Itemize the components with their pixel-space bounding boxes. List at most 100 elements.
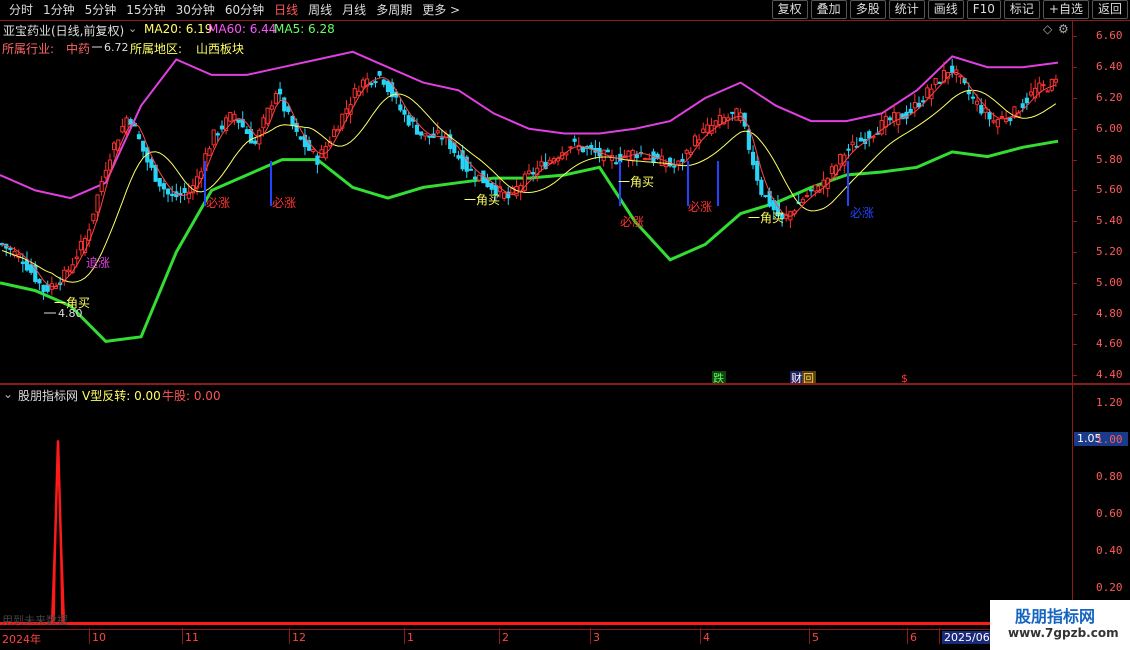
candle-body: [916, 102, 922, 108]
indicator-tick-0: 1.20: [1096, 396, 1123, 410]
action-button-4[interactable]: 画线: [927, 0, 964, 19]
candle-body: [809, 189, 814, 192]
period-tab-6[interactable]: 日线: [269, 2, 303, 18]
candle-body: [705, 124, 710, 133]
action-button-3[interactable]: 统计: [888, 0, 925, 19]
candle-body: [676, 160, 681, 165]
candle-body: [634, 154, 639, 159]
upper-band-line: [0, 50, 1059, 200]
candle-body: [1037, 82, 1042, 93]
candle-body: [659, 155, 664, 167]
candle-body: [20, 261, 25, 265]
action-button-6[interactable]: 标记: [1003, 0, 1040, 19]
candle-body: [746, 129, 751, 150]
date-divider: [0, 629, 990, 630]
indicator-chart[interactable]: [0, 385, 1072, 625]
candle-body: [846, 148, 851, 151]
candle-body: [730, 111, 735, 114]
date-label-7: 4: [703, 631, 710, 644]
action-button-0[interactable]: 复权: [771, 0, 808, 19]
date-tick: [590, 628, 591, 644]
action-button-8[interactable]: 返回: [1091, 0, 1128, 19]
indicator-tick-5: 0.20: [1096, 581, 1123, 595]
candlestick-chart[interactable]: 6.724.80必涨 必涨必涨必涨 必涨一角买一角买一角买一角买追涨跌财回 $: [0, 21, 1072, 383]
candle-body: [107, 159, 113, 171]
period-tab-2[interactable]: 5分钟: [80, 2, 122, 18]
period-tab-5[interactable]: 60分钟: [220, 2, 269, 18]
candle-body: [1049, 78, 1054, 91]
price-tick-9: 4.80: [1096, 306, 1123, 320]
candle-body: [170, 193, 175, 197]
price-tick-mark: [1072, 221, 1077, 223]
action-buttons: 复权 叠加 多股 统计 画线 F10 标记 +自选 返回: [769, 0, 1128, 19]
price-tick-mark: [1072, 282, 1077, 284]
period-tab-8[interactable]: 月线: [337, 2, 371, 18]
period-tab-0[interactable]: 分时: [4, 2, 38, 18]
candle-body: [1008, 117, 1013, 122]
period-tab-1[interactable]: 1分钟: [38, 2, 80, 18]
candle-body: [369, 82, 374, 86]
date-tick: [404, 628, 405, 644]
status-text: 用到未来数据: [2, 614, 68, 627]
candle-body: [120, 125, 125, 133]
date-label-10: 2025/06: [942, 631, 992, 644]
period-tab-10[interactable]: 更多 >: [417, 2, 465, 18]
candle-body: [975, 100, 980, 105]
candle-body: [883, 115, 888, 128]
candle-body: [165, 188, 171, 195]
price-tick-7: 5.20: [1096, 245, 1123, 259]
period-tab-3[interactable]: 15分钟: [121, 2, 170, 18]
price-tick-4: 5.80: [1096, 152, 1123, 166]
candle-body: [128, 119, 133, 125]
action-button-7[interactable]: +自选: [1042, 0, 1089, 19]
date-tick: [89, 628, 90, 644]
candle-body: [937, 81, 942, 84]
date-label-4: 1: [407, 631, 414, 644]
price-tick-8: 5.00: [1096, 275, 1123, 289]
candle-body: [755, 160, 760, 181]
event-cai-icon: 财: [791, 371, 802, 383]
candle-body: [427, 135, 432, 138]
candle-body: [273, 93, 278, 104]
candle-body: [713, 120, 718, 127]
candle-body: [311, 148, 316, 153]
candle-body: [456, 155, 461, 159]
action-button-5[interactable]: F10: [966, 0, 1001, 19]
action-button-2[interactable]: 多股: [849, 0, 886, 19]
candle-body: [867, 131, 872, 139]
period-tab-4[interactable]: 30分钟: [171, 2, 220, 18]
candle-body: [344, 108, 349, 115]
candle-body: [182, 188, 187, 193]
price-tick-mark: [1072, 313, 1077, 315]
candle-body: [91, 213, 96, 222]
candle-body: [439, 137, 444, 140]
candle-body: [987, 112, 992, 120]
date-tick: [182, 628, 183, 644]
bizhang-label-4: 必涨: [688, 199, 712, 214]
price-tick-mark: [1072, 67, 1077, 69]
period-tab-9[interactable]: 多周期: [371, 2, 417, 18]
candle-body: [539, 161, 544, 167]
candle-body: [419, 131, 424, 136]
indicator-tick-2: 0.80: [1096, 470, 1123, 484]
candle-body: [672, 165, 677, 168]
candle-body: [921, 100, 926, 103]
candle-body: [385, 80, 391, 93]
price-tick-3: 6.00: [1096, 121, 1123, 135]
period-tab-7[interactable]: 周线: [303, 2, 337, 18]
candle-body: [1020, 103, 1025, 108]
candle-body: [717, 114, 722, 125]
candle-body: [983, 107, 988, 113]
bizhang-label-2: 必涨: [272, 195, 296, 210]
candle-body: [838, 154, 843, 165]
candle-body: [643, 157, 648, 160]
action-button-1[interactable]: 叠加: [810, 0, 847, 19]
candle-body: [804, 195, 810, 198]
candle-body: [360, 79, 366, 88]
candle-body: [995, 118, 1000, 128]
candle-body: [979, 104, 984, 114]
price-tick-mark: [1072, 252, 1077, 254]
date-label-0: 2024年: [2, 633, 41, 646]
candle-body: [253, 140, 258, 144]
candle-body: [759, 179, 764, 195]
